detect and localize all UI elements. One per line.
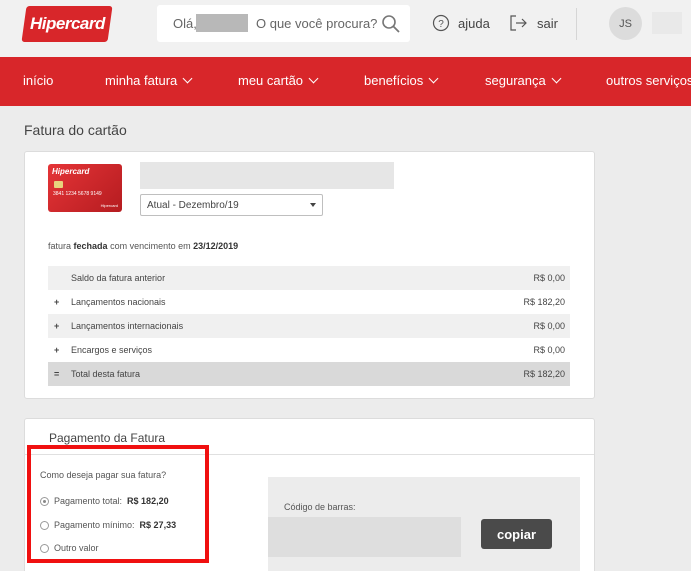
invoice-panel: Hipercard 3841 1234 5678 9149 Hipercard … xyxy=(24,151,595,399)
page-title: Fatura do cartão xyxy=(24,122,127,138)
status-prefix: fatura xyxy=(48,241,72,251)
dropdown-arrow-icon xyxy=(310,203,316,207)
table-row[interactable]: + Encargos e serviços R$ 0,00 xyxy=(48,338,570,362)
logo-text: Hipercard xyxy=(29,14,105,33)
nav-item-beneficios[interactable]: benefícios xyxy=(364,73,439,88)
chevron-down-icon xyxy=(308,73,319,84)
avatar[interactable]: JS xyxy=(609,7,642,40)
search-input[interactable]: O que você procura? xyxy=(256,16,377,31)
barcode-section: Código de barras: copiar xyxy=(268,477,580,571)
invoice-summary-table: Saldo da fatura anterior R$ 0,00 + Lança… xyxy=(48,266,570,386)
nav-item-label: início xyxy=(23,73,54,88)
user-name-redacted xyxy=(196,14,248,32)
invoice-status: fatura fechada com vencimento em 23/12/2… xyxy=(48,241,238,251)
due-date: 23/12/2019 xyxy=(193,241,239,251)
row-value: R$ 182,20 xyxy=(523,297,565,307)
search-box[interactable]: Olá, O que você procura? xyxy=(157,5,410,42)
help-label: ajuda xyxy=(458,15,490,31)
card-number: 3841 1234 5678 9149 xyxy=(53,191,102,197)
row-value: R$ 182,20 xyxy=(523,369,565,379)
nav-item-label: segurança xyxy=(485,73,546,88)
row-label: Encargos e serviços xyxy=(71,345,153,355)
row-label: Total desta fatura xyxy=(71,369,141,379)
period-select-value: Atual - Dezembro/19 xyxy=(147,200,239,211)
nav-item-meu-cartao[interactable]: meu cartão xyxy=(238,73,319,88)
card-issuer: Hipercard xyxy=(100,203,118,208)
expand-plus-icon[interactable]: + xyxy=(54,297,59,307)
avatar-initials: JS xyxy=(619,17,632,30)
nav-item-seguranca[interactable]: segurança xyxy=(485,73,562,88)
nav-item-label: minha fatura xyxy=(105,73,178,88)
greeting-text: Olá, xyxy=(173,16,197,31)
avatar-extra-redacted xyxy=(652,12,682,34)
row-label: Lançamentos nacionais xyxy=(71,297,166,307)
top-bar: Hipercard Olá, O que você procura? ? aju… xyxy=(0,0,691,57)
logout-icon xyxy=(510,15,527,31)
row-label: Saldo da fatura anterior xyxy=(71,273,166,283)
equals-icon: = xyxy=(54,369,60,379)
barcode-label: Código de barras: xyxy=(284,502,356,512)
nav-item-inicio[interactable]: início xyxy=(23,73,53,88)
main-nav: início minha fatura meu cartão benefício… xyxy=(0,57,691,106)
credit-card-image: Hipercard 3841 1234 5678 9149 Hipercard xyxy=(48,164,122,212)
nav-item-label: meu cartão xyxy=(238,73,304,88)
nav-item-minha-fatura[interactable]: minha fatura xyxy=(105,73,193,88)
chevron-down-icon xyxy=(428,73,439,84)
barcode-field[interactable] xyxy=(268,517,461,557)
table-row[interactable]: + Lançamentos internacionais R$ 0,00 xyxy=(48,314,570,338)
help-link[interactable]: ? ajuda xyxy=(432,14,490,32)
nav-item-label: benefícios xyxy=(364,73,424,88)
table-row: Saldo da fatura anterior R$ 0,00 xyxy=(48,266,570,290)
row-value: R$ 0,00 xyxy=(533,345,565,355)
nav-item-outros-servicos[interactable]: outros serviços xyxy=(606,73,691,88)
table-row[interactable]: + Lançamentos nacionais R$ 182,20 xyxy=(48,290,570,314)
logout-link[interactable]: sair xyxy=(509,14,558,32)
table-row-total: = Total desta fatura R$ 182,20 xyxy=(48,362,570,386)
hipercard-logo[interactable]: Hipercard xyxy=(21,6,113,42)
card-chip-icon xyxy=(54,181,63,188)
highlight-annotation-box xyxy=(27,445,209,563)
chevron-down-icon xyxy=(551,73,562,84)
row-value: R$ 0,00 xyxy=(533,273,565,283)
search-icon[interactable] xyxy=(381,14,401,34)
expand-plus-icon[interactable]: + xyxy=(54,345,59,355)
status-word: fechada xyxy=(73,241,108,251)
chevron-down-icon xyxy=(182,73,193,84)
help-icon: ? xyxy=(432,14,450,32)
logout-label: sair xyxy=(537,15,558,31)
due-text: com vencimento em xyxy=(110,241,191,251)
copy-button[interactable]: copiar xyxy=(481,519,552,549)
nav-item-label: outros serviços xyxy=(606,73,691,88)
row-value: R$ 0,00 xyxy=(533,321,565,331)
header-divider xyxy=(576,8,577,40)
svg-text:?: ? xyxy=(438,19,444,30)
period-select[interactable]: Atual - Dezembro/19 xyxy=(140,194,323,216)
card-logo: Hipercard xyxy=(52,167,90,176)
row-label: Lançamentos internacionais xyxy=(71,321,184,331)
payment-title: Pagamento da Fatura xyxy=(49,431,166,445)
expand-plus-icon[interactable]: + xyxy=(54,321,59,331)
cardholder-name-redacted xyxy=(140,162,394,189)
